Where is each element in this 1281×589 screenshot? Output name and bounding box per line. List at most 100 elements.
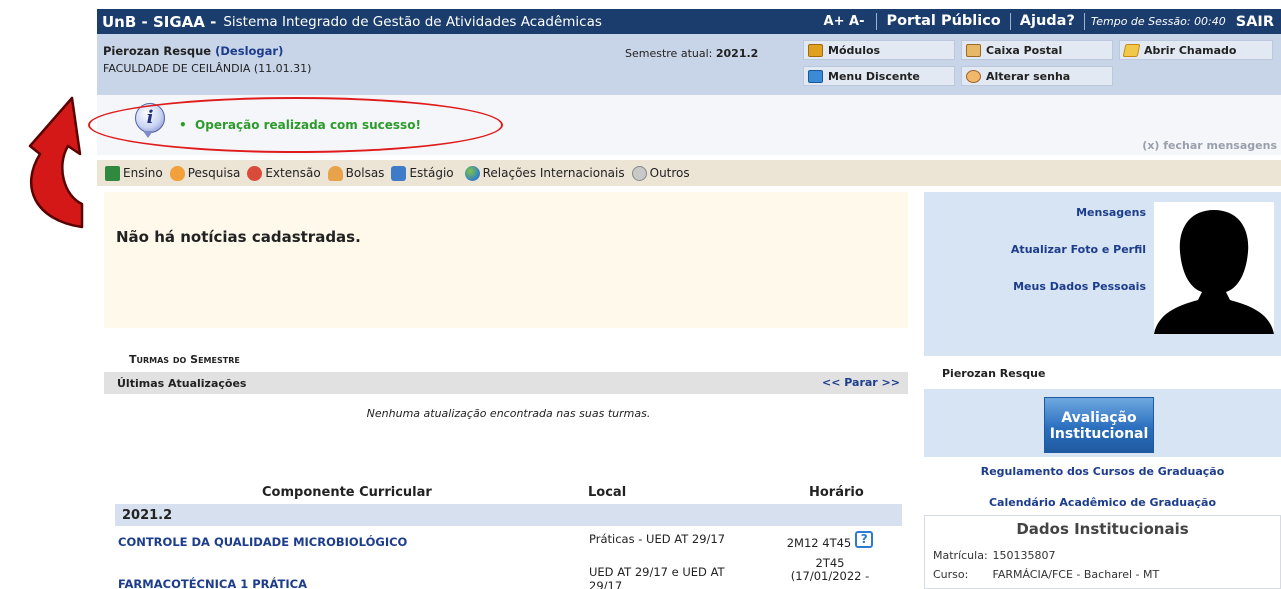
flask-icon [169, 165, 185, 181]
menu-extensao[interactable]: Extensão [247, 165, 321, 181]
user-info-bar: Pierozan Resque (Deslogar) FACULDADE DE … [97, 34, 1281, 95]
table-row: CONTROLE DA QUALIDADE MICROBIOLÓGICO Prá… [115, 528, 902, 554]
menu-extensao-label: Extensão [265, 166, 321, 180]
menu-estagio[interactable]: Estágio [391, 165, 454, 181]
heart-icon [247, 165, 263, 181]
session-time: 00:40 [1194, 15, 1226, 28]
abrir-chamado-button[interactable]: Abrir Chamado [1119, 40, 1273, 60]
matricula-label: Matrícula: [933, 549, 988, 562]
highlight-ellipse [88, 97, 503, 153]
modulos-button[interactable]: Módulos [803, 40, 955, 60]
alterar-senha-label: Alterar senha [986, 69, 1071, 83]
ticket-icon [1122, 43, 1141, 57]
menu-outros[interactable]: Outros [631, 165, 690, 181]
user-faculty: FACULDADE DE CEILÂNDIA (11.01.31) [103, 62, 312, 75]
brand-title: UnB - SIGAA - [102, 12, 217, 31]
alterar-senha-button[interactable]: Alterar senha [961, 66, 1113, 86]
cube-icon [808, 43, 823, 57]
course-name-link[interactable]: CONTROLE DA QUALIDADE MICROBIOLÓGICO [118, 535, 407, 549]
user-key-icon [966, 69, 981, 83]
deslogar-link[interactable]: (Deslogar) [215, 44, 283, 58]
menu-ensino[interactable]: Ensino [105, 165, 163, 181]
table-row: FARMACOTÉCNICA 1 PRÁTICA UED AT 29/17 e … [115, 556, 902, 589]
system-subtitle: Sistema Integrado de Gestão de Atividade… [223, 13, 602, 30]
globe-icon [464, 165, 480, 181]
current-semester: Semestre atual: 2021.2 [625, 47, 758, 60]
matricula-value: 150135807 [992, 549, 1056, 562]
course-horario: 2T45 (17/01/2022 - [775, 557, 885, 583]
no-updates-text: Nenhuma atualização encontrada nas suas … [366, 407, 651, 420]
menu-bolsas[interactable]: Bolsas [327, 165, 385, 181]
profile-photo [1154, 202, 1274, 334]
turmas-title: Turmas do Semestre [129, 353, 240, 366]
atualizar-foto-link[interactable]: Atualizar Foto e Perfil [1011, 243, 1146, 256]
news-panel: Não há notícias cadastradas. [104, 192, 908, 328]
course-horario-period: (17/01/2022 - [790, 569, 870, 583]
user-name: Pierozan Resque [103, 44, 212, 58]
modulos-label: Módulos [828, 43, 881, 57]
avaliacao-line1: Avaliação [1061, 410, 1137, 426]
menu-discente-label: Menu Discente [828, 69, 920, 83]
menu-relacoes-label: Relações Internacionais [482, 166, 625, 180]
dados-institucionais: Dados Institucionais Matrícula: 15013580… [924, 515, 1281, 589]
avatar-silhouette-icon [1154, 210, 1274, 334]
dados-title: Dados Institucionais [1016, 520, 1189, 538]
portal-publico-link[interactable]: Portal Público [876, 13, 1009, 30]
sigaa-page: UnB - SIGAA - Sistema Integrado de Gestã… [0, 0, 1281, 589]
red-curved-arrow-icon [28, 96, 84, 229]
course-name-link[interactable]: FARMACOTÉCNICA 1 PRÁTICA [118, 577, 307, 589]
mailbox-icon [966, 43, 981, 57]
session-label: Tempo de Sessão: [1090, 15, 1191, 28]
semester-row-label: 2021.2 [122, 508, 173, 523]
updates-body: Nenhuma atualização encontrada nas suas … [115, 395, 902, 471]
pause-updates-link[interactable]: << Parar >> [822, 376, 900, 389]
ajuda-link[interactable]: Ajuda? [1009, 13, 1084, 30]
menu-ensino-label: Ensino [123, 166, 163, 180]
close-messages-link[interactable]: (x) fechar mensagens [1142, 139, 1277, 152]
mensagens-link[interactable]: Mensagens [1076, 206, 1146, 219]
menu-discente-button[interactable]: Menu Discente [803, 66, 955, 86]
regulamento-link[interactable]: Regulamento dos Cursos de Graduação [924, 465, 1281, 478]
book-icon [105, 165, 120, 181]
menu-pesquisa-label: Pesquisa [187, 166, 241, 180]
caixa-postal-button[interactable]: Caixa Postal [961, 40, 1113, 60]
session-timer: Tempo de Sessão: 00:40 [1083, 13, 1230, 30]
semester-label: Semestre atual: [625, 47, 713, 60]
course-horario-text: 2M12 4T45 [786, 536, 852, 550]
logout-button[interactable]: SAIR [1230, 14, 1281, 30]
course-local-cont: 29/17 [589, 579, 623, 589]
col-componente: Componente Curricular [262, 485, 432, 500]
menu-outros-label: Outros [649, 166, 690, 180]
profile-panel: Mensagens Atualizar Foto e Perfil Meus D… [924, 192, 1281, 356]
curso-label: Curso: [933, 568, 969, 581]
course-local: Práticas - UED AT 29/17 [589, 532, 726, 546]
updates-header: Últimas Atualizações << Parar >> [104, 372, 908, 394]
caixa-postal-label: Caixa Postal [986, 43, 1063, 57]
font-size-controls[interactable]: A+ A- [824, 14, 877, 29]
menu-pesquisa[interactable]: Pesquisa [169, 165, 241, 181]
course-horario: 2M12 4T45? [775, 531, 885, 550]
id-card-icon [391, 165, 407, 181]
no-news-text: Não há notícias cadastradas. [116, 228, 361, 246]
semester-row: 2021.2 [115, 504, 902, 526]
main-menu: Ensino Pesquisa Extensão Bolsas Estágio … [97, 160, 1281, 186]
gears-icon [631, 165, 647, 181]
meus-dados-link[interactable]: Meus Dados Pessoais [1013, 280, 1146, 293]
calendario-link[interactable]: Calendário Acadêmico de Graduação [924, 496, 1281, 509]
menu-bolsas-label: Bolsas [345, 166, 385, 180]
abrir-chamado-label: Abrir Chamado [1144, 43, 1237, 57]
user-name-line: Pierozan Resque (Deslogar) [103, 44, 283, 58]
col-local: Local [588, 485, 627, 500]
side-user-name: Pierozan Resque [942, 367, 1046, 380]
avaliacao-institucional-button[interactable]: Avaliação Institucional [1044, 397, 1154, 453]
menu-estagio-label: Estágio [409, 166, 454, 180]
menu-relacoes-internacionais[interactable]: Relações Internacionais [464, 165, 625, 181]
curso-value: FARMÁCIA/FCE - Bacharel - MT [992, 568, 1160, 581]
semester-value: 2021.2 [715, 47, 759, 60]
sitemap-icon [808, 69, 823, 83]
avaliacao-line2: Institucional [1049, 426, 1149, 442]
header-tools: A+ A- Portal Público Ajuda? Tempo de Ses… [824, 9, 1281, 34]
help-question-icon[interactable]: ? [855, 531, 874, 548]
matricula-row: Matrícula: 150135807 [933, 549, 1056, 562]
courses-table-header: Componente Curricular Local Horário [115, 483, 902, 503]
